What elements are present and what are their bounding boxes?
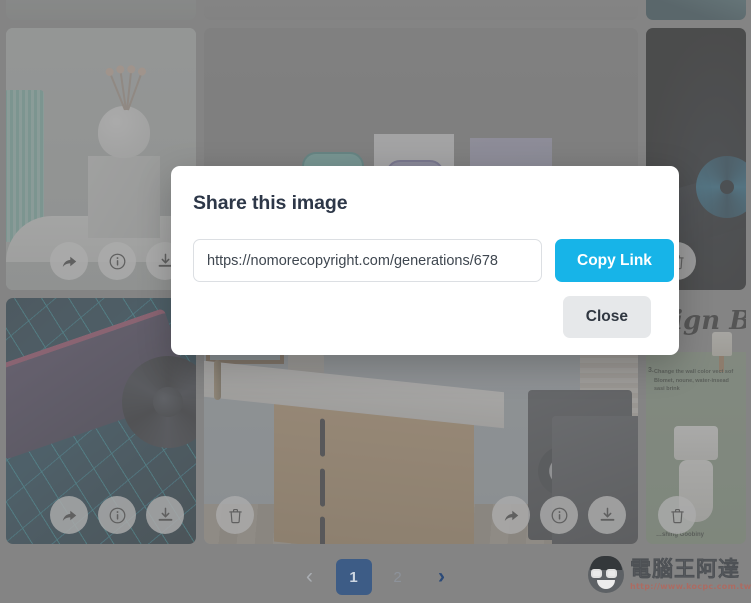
share-link-row: Copy Link: [193, 239, 674, 282]
dialog-title: Share this image: [193, 192, 348, 214]
copy-link-button[interactable]: Copy Link: [555, 239, 674, 282]
dialog-footer: Close: [193, 296, 653, 338]
site-watermark: 電腦王阿達 http://www.kocpc.com.tw: [585, 553, 751, 597]
pagination-prev-button[interactable]: ‹: [292, 559, 328, 595]
pagination-next-button[interactable]: ›: [424, 559, 460, 595]
mascot-icon: [585, 554, 627, 596]
close-button[interactable]: Close: [562, 296, 651, 338]
watermark-brand: 電腦王阿達: [630, 557, 740, 581]
share-link-input[interactable]: [193, 239, 542, 282]
pagination-page-1[interactable]: 1: [335, 559, 372, 595]
gallery-page: esign Brea 3. Change the wall color vect…: [0, 0, 751, 603]
watermark-url: http://www.kocpc.com.tw: [630, 582, 751, 591]
share-image-dialog: Share this image Copy Link Close: [171, 166, 679, 355]
pagination-page-2[interactable]: 2: [380, 559, 416, 595]
